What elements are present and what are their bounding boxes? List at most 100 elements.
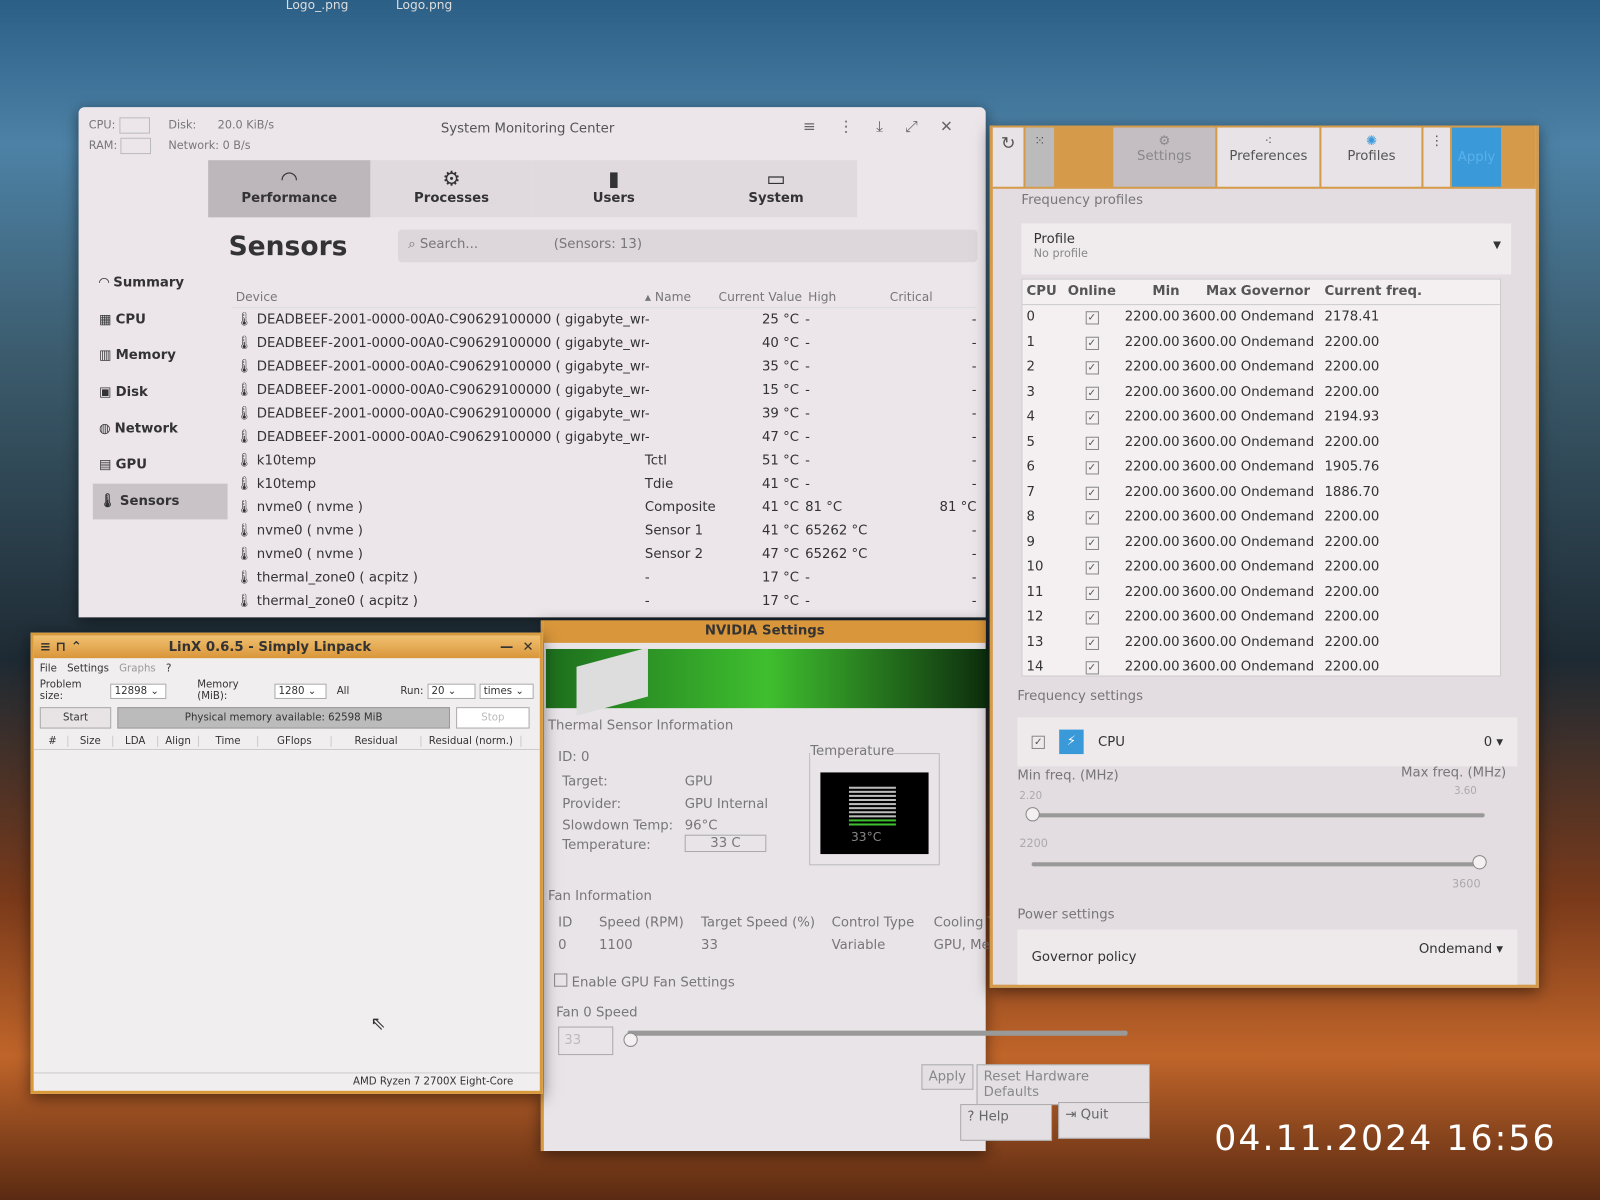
select-all-icon[interactable]: ⁙ (1025, 127, 1055, 187)
table-row[interactable]: 1 ✓ 2200.00 3600.00 Ondemand 2200.00 (1022, 330, 1500, 355)
enable-fan-checkbox[interactable]: Enable GPU Fan Settings (554, 973, 735, 991)
table-row[interactable]: 🌡 DEADBEEF-2001-0000-00A0-C90629100000 (… (232, 426, 977, 449)
table-row[interactable]: 🌡 DEADBEEF-2001-0000-00A0-C90629100000 (… (232, 379, 977, 402)
online-checkbox[interactable]: ✓ (1085, 386, 1099, 400)
table-row[interactable]: 4 ✓ 2200.00 3600.00 Ondemand 2194.93 (1022, 405, 1500, 430)
menu-graphs[interactable]: Graphs (119, 663, 156, 674)
governor-select[interactable]: Ondemand ▾ (1419, 942, 1503, 964)
column-header[interactable]: Max (1180, 284, 1237, 299)
sidebar-item-gpu[interactable]: ▤ GPU (93, 447, 228, 483)
column-header[interactable]: Size (68, 735, 114, 747)
column-header[interactable]: Governor (1237, 284, 1321, 299)
column-header[interactable]: Time (199, 735, 259, 747)
table-row[interactable]: 3 ✓ 2200.00 3600.00 Ondemand 2200.00 (1022, 380, 1500, 405)
column-header[interactable]: CPU (1022, 284, 1061, 299)
close-icon[interactable]: ✕ (523, 639, 534, 654)
table-row[interactable]: 11 ✓ 2200.00 3600.00 Ondemand 2200.00 (1022, 580, 1500, 605)
refresh-icon[interactable]: ↻ (992, 127, 1024, 187)
menu-file[interactable]: File (40, 663, 57, 674)
online-checkbox[interactable]: ✓ (1085, 561, 1099, 575)
close-icon[interactable]: ✕ (940, 117, 953, 135)
column-high[interactable]: High (808, 289, 890, 303)
column-header[interactable]: LDA (113, 735, 159, 747)
table-row[interactable]: 🌡 k10temp Tctl 51 °C - - (232, 449, 977, 472)
table-row[interactable]: 7 ✓ 2200.00 3600.00 Ondemand 1886.70 (1022, 480, 1500, 505)
table-row[interactable]: 6 ✓ 2200.00 3600.00 Ondemand 1905.76 (1022, 455, 1500, 480)
tab-processes[interactable]: ⚙ Processes (370, 160, 533, 218)
problem-size-select[interactable]: 12898 ⌄ (110, 683, 167, 699)
cpu-checkbox[interactable]: ✓ (1031, 735, 1045, 749)
table-row[interactable]: 🌡 k10temp Tdie 41 °C - - (232, 472, 977, 495)
min-freq-slider[interactable] (1031, 813, 1485, 818)
desktop-icon-label[interactable]: Logo.png (396, 0, 452, 12)
kebab-menu-icon[interactable]: ⋮ (838, 117, 853, 135)
all-label[interactable]: All (337, 685, 350, 696)
table-row[interactable]: 🌡 thermal_zone0 ( acpitz ) -17 °C - - (232, 590, 977, 613)
memory-select[interactable]: 1280 ⌄ (274, 683, 327, 699)
table-row[interactable]: 2 ✓ 2200.00 3600.00 Ondemand 2200.00 (1022, 355, 1500, 380)
stop-button[interactable]: Stop (456, 707, 530, 729)
tab-system[interactable]: ▭ System (694, 160, 858, 218)
tab-settings[interactable]: ⚙ Settings (1113, 127, 1216, 187)
tab-performance[interactable]: ◠ Performance (208, 160, 371, 218)
run-unit-select[interactable]: times ⌄ (479, 683, 534, 699)
table-row[interactable]: 8 ✓ 2200.00 3600.00 Ondemand 2200.00 (1022, 505, 1500, 530)
online-checkbox[interactable]: ✓ (1085, 486, 1099, 500)
search-input[interactable]: ⌕ Search... (Sensors: 13) (397, 229, 978, 263)
online-checkbox[interactable]: ✓ (1085, 361, 1099, 375)
reset-hardware-defaults-button[interactable]: Reset Hardware Defaults (976, 1064, 1150, 1106)
table-row[interactable]: 14 ✓ 2200.00 3600.00 Ondemand 2200.00 (1022, 655, 1500, 680)
apply-button[interactable]: Apply (1452, 127, 1502, 187)
min-freq-slider-handle[interactable] (1025, 807, 1040, 822)
column-header[interactable]: Current freq. (1320, 284, 1442, 299)
fan-speed-slider[interactable] (627, 1030, 1128, 1036)
online-checkbox[interactable]: ✓ (1085, 411, 1099, 425)
column-current-value[interactable]: Current Value (718, 289, 808, 303)
tab-preferences[interactable]: ⁖ Preferences (1217, 127, 1320, 187)
table-row[interactable]: 5 ✓ 2200.00 3600.00 Ondemand 2200.00 (1022, 430, 1500, 455)
sidebar-item-sensors[interactable]: 🌡 Sensors (92, 483, 228, 520)
sidebar-item-disk[interactable]: ▣ Disk (93, 374, 228, 410)
menu-help[interactable]: ? (166, 663, 171, 674)
table-row[interactable]: 12 ✓ 2200.00 3600.00 Ondemand 2200.00 (1022, 605, 1500, 630)
lock-icon[interactable]: ⊓ (56, 639, 67, 654)
max-freq-slider-handle[interactable] (1472, 855, 1487, 870)
sidebar-item-memory[interactable]: ▥ Memory (93, 338, 228, 374)
online-checkbox[interactable]: ✓ (1085, 636, 1099, 650)
tab-profiles[interactable]: ✺ Profiles (1321, 127, 1422, 187)
online-checkbox[interactable]: ✓ (1085, 511, 1099, 525)
caret-up-icon[interactable]: ⌃ (71, 639, 82, 654)
help-button[interactable]: ? Help (960, 1104, 1053, 1141)
quit-button[interactable]: ⇥ Quit (1058, 1102, 1150, 1139)
column-header[interactable]: Align (158, 735, 199, 747)
fan-speed-input[interactable]: 33 (558, 1026, 614, 1056)
online-checkbox[interactable]: ✓ (1085, 436, 1099, 450)
max-freq-slider[interactable] (1031, 862, 1485, 867)
apply-button[interactable]: Apply (921, 1064, 974, 1090)
profile-select[interactable]: Profile No profile ▼ (1021, 223, 1512, 275)
table-row[interactable]: 🌡 DEADBEEF-2001-0000-00A0-C90629100000 (… (232, 355, 977, 378)
column-name[interactable]: ▴ Name (645, 289, 718, 303)
column-device[interactable]: Device (232, 289, 645, 303)
column-header[interactable]: GFlops (258, 735, 332, 747)
table-row[interactable]: 13 ✓ 2200.00 3600.00 Ondemand 2200.00 (1022, 630, 1500, 655)
table-row[interactable]: 10 ✓ 2200.00 3600.00 Ondemand 2200.00 (1022, 555, 1500, 580)
sidebar-item-summary[interactable]: ◠ Summary (93, 265, 228, 301)
online-checkbox[interactable]: ✓ (1085, 336, 1099, 350)
tab-users[interactable]: ▮ Users (532, 160, 695, 218)
column-header[interactable]: Min (1122, 284, 1179, 299)
column-header[interactable]: Residual (332, 735, 422, 747)
table-row[interactable]: 🌡 DEADBEEF-2001-0000-00A0-C90629100000 (… (232, 308, 977, 331)
online-checkbox[interactable]: ✓ (1085, 661, 1099, 675)
minimize-icon[interactable]: — (500, 639, 513, 654)
maximize-icon[interactable]: ⤢ (905, 117, 917, 135)
table-row[interactable]: 🌡 DEADBEEF-2001-0000-00A0-C90629100000 (… (232, 332, 977, 355)
online-checkbox[interactable]: ✓ (1085, 611, 1099, 625)
table-row[interactable]: 🌡 nvme0 ( nvme ) Sensor 1 41 °C 65262 °C - (232, 519, 977, 542)
column-header[interactable]: Residual (norm.) (421, 735, 522, 747)
run-select[interactable]: 20 ⌄ (427, 683, 476, 699)
checkbox[interactable] (554, 973, 568, 987)
table-row[interactable]: 🌡 thermal_zone0 ( acpitz ) -17 °C - - (232, 566, 977, 589)
desktop-icon-label[interactable]: Logo_.png (286, 0, 349, 12)
online-checkbox[interactable]: ✓ (1085, 311, 1099, 325)
